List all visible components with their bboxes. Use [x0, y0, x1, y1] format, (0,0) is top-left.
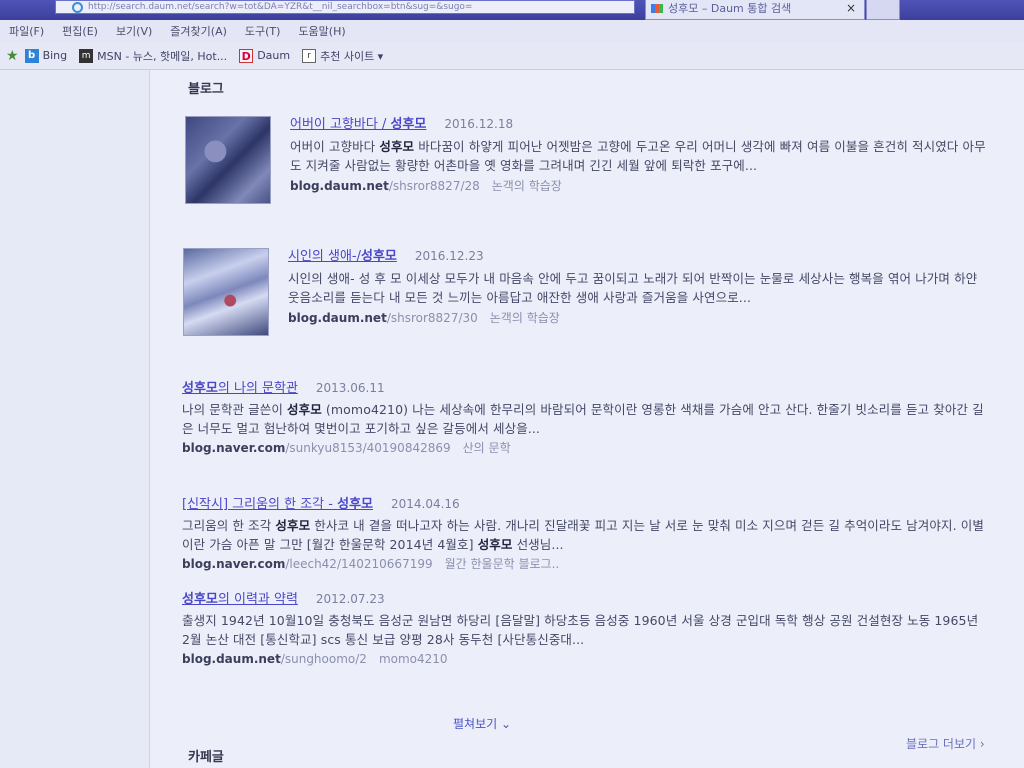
result-date: 2012.07.23	[315, 592, 385, 606]
result-date: 2016.12.23	[414, 249, 484, 263]
blog-result-3: 성후모의 나의 문학관 2013.06.11 나의 문학관 글쓴이 성후모 (m…	[182, 378, 990, 458]
tab-title: 성후모 – Daum 통합 검색	[668, 2, 792, 15]
blog-result-1: 어버이 고향바다 / 성후모 2016.12.18 어버이 고향바다 성후모 바…	[290, 114, 990, 196]
result-title-link[interactable]: 성후모의 나의 문학관	[182, 381, 298, 396]
result-snippet: 출생지 1942년 10월10일 충청북도 음성군 원남면 하당리 [음달말] …	[182, 613, 979, 647]
ie-icon	[72, 2, 83, 13]
fav-recommended[interactable]: r 추천 사이트 ▾	[302, 48, 383, 64]
result-url[interactable]: blog.naver.com/leech42/140210667199 월간 한울…	[182, 555, 990, 574]
blog-result-2: 시인의 생애-/성후모 2016.12.23 시인의 생애- 성 후 모 이세상…	[288, 246, 990, 328]
daum-favicon-icon	[651, 4, 663, 13]
result-source[interactable]: 산의 문학	[463, 441, 511, 455]
menu-bar: 파일(F) 편집(E) 보기(V) 즐겨찾기(A) 도구(T) 도움말(H)	[0, 20, 1024, 42]
search-results-page: 블로그 어버이 고향바다 / 성후모 2016.12.18 어버이 고향바다 성…	[0, 70, 1024, 768]
blog-result-5: 성후모의 이력과 약력 2012.07.23 출생지 1942년 10월10일 …	[182, 589, 990, 669]
result-source[interactable]: 논객의 학습장	[490, 311, 560, 325]
fav-daum-label: Daum	[257, 49, 291, 62]
fav-daum[interactable]: D Daum	[239, 48, 291, 63]
result-snippet: 그리움의 한 조각 성후모 한사코 내 곁을 떠나고자 하는 사람. 개나리 진…	[182, 518, 984, 552]
result-title-link[interactable]: 시인의 생애-/성후모	[288, 249, 397, 264]
result-title-link[interactable]: 어버이 고향바다 / 성후모	[290, 117, 426, 132]
menu-favorites[interactable]: 즐겨찾기(A)	[170, 23, 227, 39]
fav-recommended-label: 추천 사이트 ▾	[320, 49, 384, 63]
result-snippet: 어버이 고향바다 성후모 바다꿈이 하얗게 피어난 어젯밤은 고향에 두고온 우…	[290, 139, 986, 173]
browser-tabstrip: http://search.daum.net/search?w=tot&DA=Y…	[0, 0, 1024, 20]
result-url[interactable]: blog.daum.net/shsror8827/28 논객의 학습장	[290, 177, 990, 196]
blog-section-title: 블로그	[188, 82, 224, 97]
blog-result-4: [신작시] 그리움의 한 조각 - 성후모 2014.04.16 그리움의 한 …	[182, 494, 990, 574]
recommended-sites-icon: r	[302, 48, 317, 63]
bing-icon: b	[24, 48, 39, 63]
address-text: http://search.daum.net/search?w=tot&DA=Y…	[88, 2, 473, 12]
fav-msn[interactable]: m MSN - 뉴스, 핫메일, Hot...	[79, 48, 227, 64]
result-thumbnail[interactable]	[183, 248, 269, 336]
result-date: 2013.06.11	[315, 381, 385, 395]
blog-more-link[interactable]: 블로그 더보기 ›	[906, 735, 985, 752]
result-date: 2016.12.18	[444, 117, 514, 131]
menu-help[interactable]: 도움말(H)	[298, 23, 345, 39]
favorites-bar: ★ b Bing m MSN - 뉴스, 핫메일, Hot... D Daum …	[0, 42, 1024, 70]
result-url[interactable]: blog.naver.com/sunkyu8153/40190842869 산의 …	[182, 439, 990, 458]
fav-bing[interactable]: b Bing	[24, 48, 68, 63]
left-column	[0, 70, 150, 768]
result-source[interactable]: 논객의 학습장	[492, 179, 562, 193]
favorites-star-icon[interactable]: ★	[6, 48, 19, 64]
new-tab-button[interactable]	[866, 0, 900, 20]
cafe-section-title: 카페글	[188, 750, 224, 765]
tab-daum-search[interactable]: 성후모 – Daum 통합 검색 ×	[645, 0, 865, 20]
result-snippet: 나의 문학관 글쓴이 성후모 (momo4210) 나는 세상속에 한무리의 바…	[182, 402, 984, 436]
tab-close-icon[interactable]: ×	[846, 0, 856, 17]
result-title-link[interactable]: [신작시] 그리움의 한 조각 - 성후모	[182, 497, 373, 512]
result-title-link[interactable]: 성후모의 이력과 약력	[182, 592, 298, 607]
menu-view[interactable]: 보기(V)	[116, 23, 152, 39]
fav-msn-label: MSN - 뉴스, 핫메일, Hot...	[97, 49, 228, 63]
result-thumbnail[interactable]	[185, 116, 271, 204]
result-url[interactable]: blog.daum.net/shsror8827/30 논객의 학습장	[288, 309, 990, 328]
msn-icon: m	[79, 48, 94, 63]
expand-results-button[interactable]: 펼쳐보기 ⌄	[453, 715, 511, 732]
fav-bing-label: Bing	[42, 49, 68, 62]
result-url[interactable]: blog.daum.net/sunghoomo/2 momo4210	[182, 650, 990, 669]
address-bar[interactable]: http://search.daum.net/search?w=tot&DA=Y…	[55, 0, 635, 14]
menu-tools[interactable]: 도구(T)	[245, 23, 281, 39]
result-source[interactable]: momo4210	[379, 652, 448, 666]
daum-icon: D	[239, 48, 254, 63]
menu-edit[interactable]: 편집(E)	[62, 23, 98, 39]
result-source[interactable]: 월간 한울문학 블로그..	[445, 557, 560, 571]
result-date: 2014.04.16	[390, 497, 460, 511]
result-snippet: 시인의 생애- 성 후 모 이세상 모두가 내 마음속 안에 두고 꿈이되고 노…	[288, 271, 978, 305]
menu-file[interactable]: 파일(F)	[9, 23, 44, 39]
